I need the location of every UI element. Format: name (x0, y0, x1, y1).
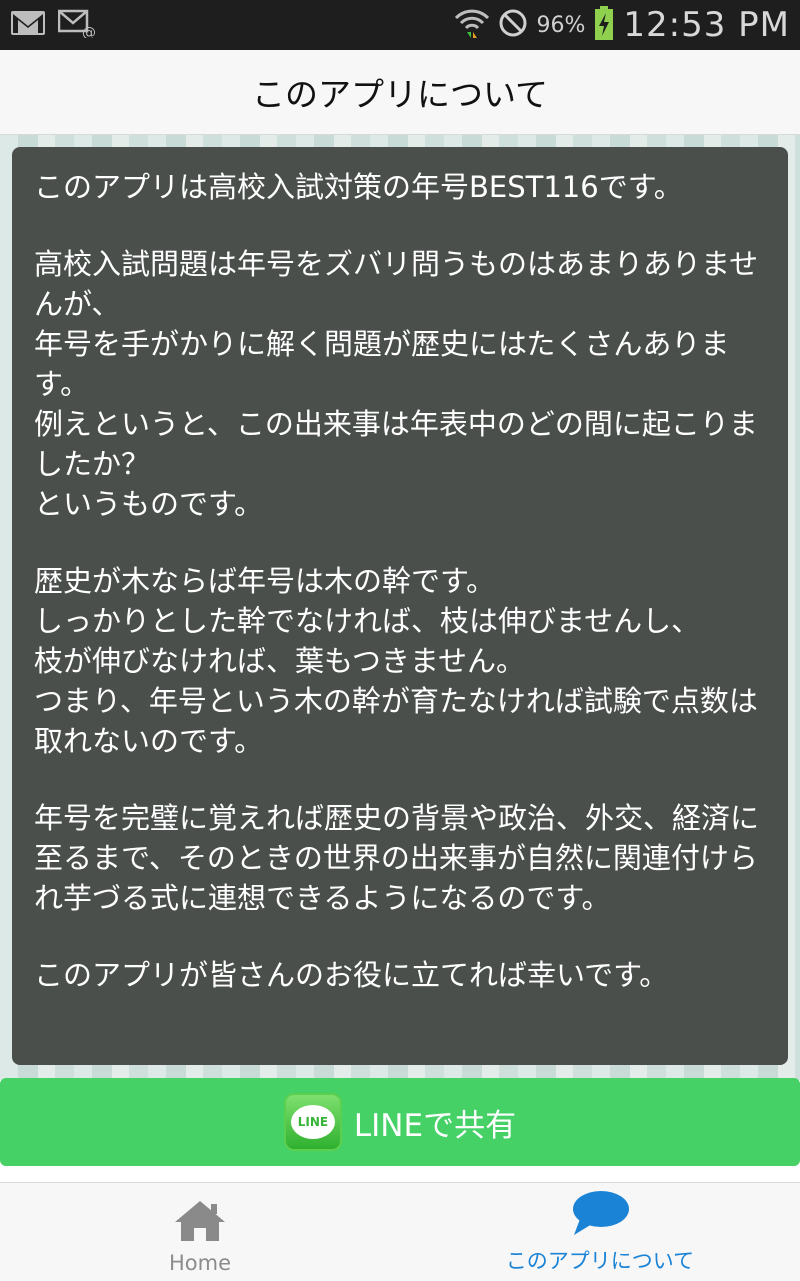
clock: 12:53 PM (623, 5, 790, 45)
paragraph-intro: このアプリは高校入試対策の年号BEST116です。 (34, 170, 683, 204)
paragraph-closing: このアプリが皆さんのお役に立てれば幸いです。 (34, 958, 669, 992)
line-share-button[interactable]: LINE LINEで共有 (0, 1078, 800, 1166)
tab-about[interactable]: このアプリについて (400, 1183, 800, 1281)
info-panel: このアプリは高校入試対策の年号BEST116です。 高校入試問題は年号をズバリ問… (12, 147, 788, 1065)
tab-home-label: Home (168, 1251, 231, 1275)
line-logo-icon: LINE (283, 1093, 342, 1151)
email-icon: @ (57, 8, 98, 42)
speech-bubble-icon (570, 1189, 630, 1241)
battery-charging-icon (593, 5, 615, 45)
paragraph-tree: 歴史が木ならば年号は木の幹です。 しっかりとした幹でなければ、枝は伸びませんし、… (34, 564, 758, 758)
paragraph-exam: 高校入試問題は年号をズバリ問うものはあまりありませんが、 年号を手がかりに解く問… (34, 247, 759, 521)
line-logo-text: LINE (290, 1105, 335, 1139)
wifi-icon (454, 6, 490, 44)
bottom-nav: Home このアプリについて (0, 1182, 800, 1281)
battery-percent: 96% (536, 12, 586, 38)
tab-home[interactable]: Home (0, 1183, 400, 1281)
status-bar: @ 96% 12:53 PM (0, 0, 800, 50)
home-icon (173, 1199, 227, 1247)
line-share-label: LINEで共有 (353, 1107, 517, 1144)
no-disturb-icon (498, 8, 528, 42)
app-header: このアプリについて (0, 50, 800, 135)
svg-text:@: @ (82, 25, 96, 38)
tab-about-label: このアプリについて (505, 1249, 695, 1273)
gmail-icon (10, 9, 46, 41)
paragraph-benefit: 年号を完璧に覚えれば歴史の背景や政治、外交、経済に至るまで、そのときの世界の出来… (34, 801, 760, 915)
page-title: このアプリについて (251, 75, 548, 114)
